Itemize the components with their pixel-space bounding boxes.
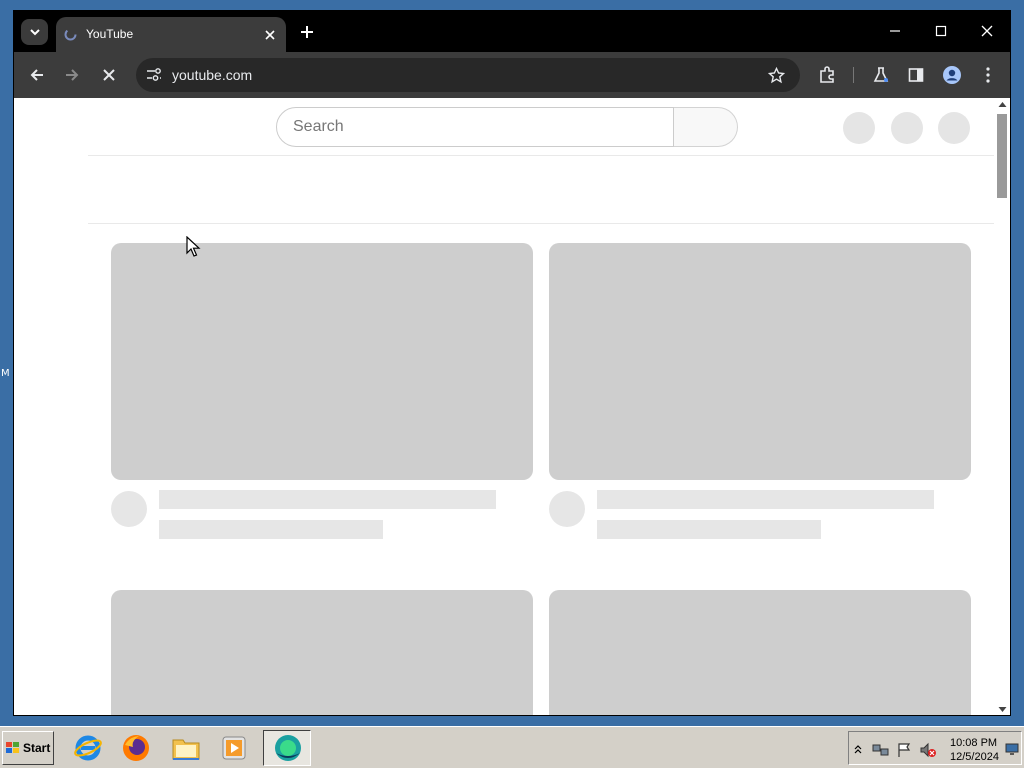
channel-avatar-placeholder — [549, 491, 585, 527]
page-content — [14, 98, 1010, 715]
desktop-edge-text: M — [1, 368, 10, 379]
search-box[interactable] — [276, 107, 674, 147]
taskbar: Start 10:08 PM 12/5/2024 — [0, 726, 1024, 768]
start-button[interactable]: Start — [2, 731, 54, 765]
labs-button[interactable] — [869, 63, 893, 87]
firefox-icon — [123, 735, 149, 761]
browser-toolbar: youtube.com — [14, 52, 1010, 98]
firefox-button[interactable] — [120, 732, 152, 764]
channel-avatar-placeholder — [111, 491, 147, 527]
divider — [88, 155, 994, 156]
side-panel-icon — [908, 68, 924, 82]
close-window-button[interactable] — [972, 19, 1002, 43]
flask-icon — [873, 67, 889, 82]
address-bar[interactable]: youtube.com — [136, 58, 800, 92]
internet-explorer-button[interactable] — [72, 732, 104, 764]
close-icon — [103, 69, 115, 81]
site-settings-icon[interactable] — [146, 68, 162, 82]
header-placeholder-icon — [938, 112, 970, 144]
title-placeholder — [159, 490, 496, 509]
flag-icon — [898, 743, 911, 757]
extensions-button[interactable] — [815, 63, 839, 87]
mouse-cursor-icon — [186, 236, 201, 257]
tab-close-button[interactable] — [262, 27, 278, 43]
back-button[interactable] — [25, 63, 49, 87]
file-explorer-button[interactable] — [170, 732, 202, 764]
search-input[interactable] — [293, 117, 653, 137]
scroll-up-icon[interactable] — [998, 100, 1007, 108]
profile-button[interactable] — [940, 63, 964, 87]
video-thumbnail-placeholder — [111, 590, 533, 715]
new-tab-button[interactable] — [297, 22, 317, 42]
internet-explorer-icon — [74, 735, 102, 761]
menu-button[interactable] — [976, 63, 1000, 87]
minimize-icon — [890, 30, 900, 32]
chevron-down-icon — [29, 29, 40, 36]
clock-time: 10:08 PM — [950, 737, 998, 749]
maximize-icon — [935, 25, 947, 37]
video-thumbnail-placeholder — [549, 243, 971, 480]
url-text: youtube.com — [172, 67, 253, 83]
scroll-down-icon[interactable] — [998, 706, 1007, 714]
avatar-icon — [943, 66, 961, 84]
video-thumbnail-placeholder — [111, 243, 533, 480]
show-desktop-icon[interactable] — [1005, 743, 1019, 755]
meta-placeholder — [597, 520, 821, 539]
clock-date: 12/5/2024 — [950, 751, 999, 763]
action-center-button[interactable] — [895, 741, 913, 759]
stop-loading-button[interactable] — [97, 63, 121, 87]
bookmark-star-icon[interactable] — [768, 67, 785, 84]
network-tray-button[interactable] — [872, 741, 890, 759]
loading-favicon-icon — [64, 28, 77, 41]
close-icon — [265, 30, 275, 40]
divider — [88, 223, 994, 224]
folder-icon — [172, 739, 200, 760]
side-panel-button[interactable] — [904, 63, 928, 87]
forward-button[interactable] — [60, 63, 84, 87]
plus-icon — [301, 26, 313, 38]
search-button[interactable] — [674, 107, 738, 147]
title-placeholder — [597, 490, 934, 509]
windows-logo-icon — [6, 742, 19, 753]
arrow-left-icon — [30, 69, 43, 81]
media-player-button[interactable] — [218, 732, 250, 764]
arrow-right-icon — [66, 69, 79, 81]
scrollbar-thumb[interactable] — [997, 114, 1007, 198]
chevron-up-icon[interactable] — [854, 744, 862, 754]
tab-strip: YouTube — [14, 11, 1010, 52]
volume-button[interactable] — [919, 741, 937, 759]
system-tray: 10:08 PM 12/5/2024 — [848, 731, 1022, 765]
browser-window: YouTube youtube.com — [13, 10, 1011, 716]
page-scrollbar[interactable] — [997, 98, 1010, 715]
volume-muted-icon — [920, 742, 936, 758]
tab-search-button[interactable] — [21, 19, 48, 45]
media-player-icon — [222, 736, 246, 760]
maximize-button[interactable] — [926, 19, 956, 43]
header-placeholder-icon — [891, 112, 923, 144]
network-icon — [872, 744, 889, 756]
browser-app-icon — [275, 735, 301, 761]
video-thumbnail-placeholder — [549, 590, 971, 715]
puzzle-icon — [820, 66, 834, 83]
start-label: Start — [23, 741, 51, 755]
header-placeholder-icon — [843, 112, 875, 144]
tab-youtube[interactable]: YouTube — [56, 17, 286, 52]
chrome-task-button[interactable] — [263, 730, 311, 766]
minimize-button[interactable] — [880, 19, 910, 43]
kebab-menu-icon — [986, 67, 990, 83]
tab-title: YouTube — [86, 27, 134, 41]
toolbar-separator — [853, 67, 854, 83]
meta-placeholder — [159, 520, 383, 539]
close-icon — [981, 25, 993, 37]
